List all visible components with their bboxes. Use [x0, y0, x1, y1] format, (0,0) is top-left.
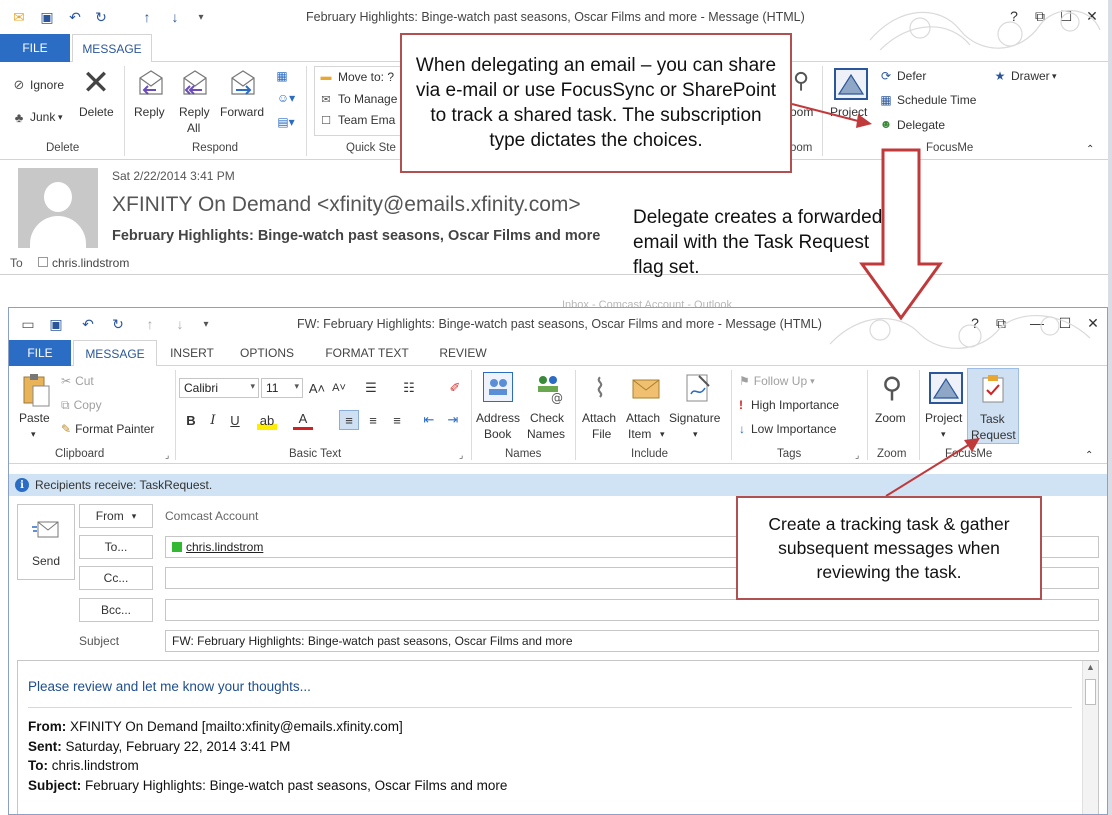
task-request-pointer-line — [885, 443, 971, 497]
delegate-pointer-line — [791, 103, 863, 123]
callout-tracking-task: Create a tracking task & gather subseque… — [736, 496, 1042, 600]
delegate-pointer-head — [856, 114, 872, 128]
task-request-pointer-head — [964, 438, 980, 452]
callout-delegating: When delegating an email – you can share… — [400, 33, 792, 173]
note-delegate-creates: Delegate creates a forwarded email with … — [633, 207, 883, 278]
